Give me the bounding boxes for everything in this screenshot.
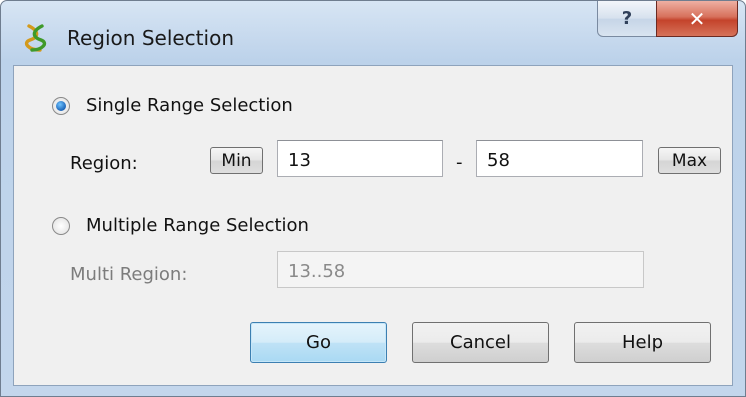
multi-region-label: Multi Region:: [70, 264, 188, 285]
single-range-option[interactable]: Single Range Selection: [52, 95, 293, 116]
multiple-range-option[interactable]: Multiple Range Selection: [52, 215, 309, 236]
max-button-label: Max: [671, 150, 708, 171]
range-end-value: 58: [487, 150, 510, 171]
window-title: Region Selection: [67, 26, 234, 50]
region-selection-dialog: Region Selection ? ✕ Single Range Select…: [0, 0, 746, 397]
min-button[interactable]: Min: [210, 147, 263, 174]
close-button[interactable]: ✕: [656, 1, 738, 37]
range-end-input[interactable]: 58: [476, 140, 643, 177]
cancel-button[interactable]: Cancel: [412, 322, 549, 363]
single-range-radio[interactable]: [52, 96, 70, 115]
multiple-range-label: Multiple Range Selection: [86, 215, 309, 236]
help-button[interactable]: Help: [574, 322, 711, 363]
helix-app-icon: [24, 24, 47, 52]
go-button[interactable]: Go: [250, 322, 387, 363]
help-button-label: Help: [621, 332, 664, 353]
single-range-label: Single Range Selection: [86, 95, 293, 116]
multi-region-value: 13..58: [288, 261, 346, 282]
context-help-button[interactable]: ?: [597, 1, 657, 37]
range-start-input[interactable]: 13: [277, 140, 443, 177]
range-dash: -: [456, 152, 463, 173]
question-mark-icon: ?: [621, 8, 633, 29]
close-icon: ✕: [688, 6, 706, 31]
region-label: Region:: [70, 153, 138, 174]
multiple-range-radio[interactable]: [52, 216, 70, 235]
range-start-value: 13: [288, 150, 311, 171]
cancel-button-label: Cancel: [450, 332, 511, 353]
go-button-label: Go: [306, 332, 331, 353]
max-button[interactable]: Max: [658, 147, 721, 174]
title-bar[interactable]: Region Selection ? ✕: [1, 1, 745, 65]
dialog-content: Single Range Selection Region: Min 13 - …: [13, 65, 733, 386]
min-button-label: Min: [221, 150, 252, 171]
multi-region-input[interactable]: 13..58: [277, 251, 644, 288]
